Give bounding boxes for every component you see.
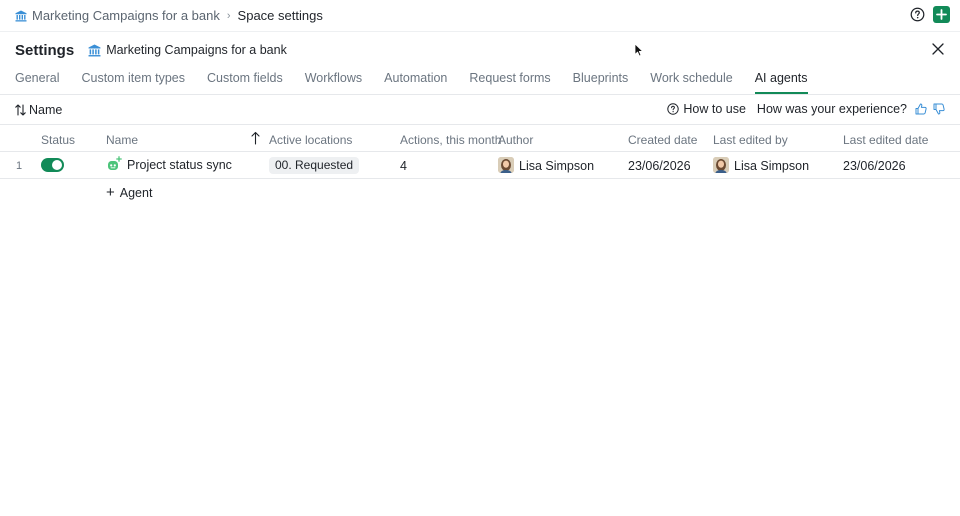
chevron-right-icon: › xyxy=(226,9,231,22)
tab-work-schedule[interactable]: Work schedule xyxy=(650,64,732,94)
author-name: Lisa Simpson xyxy=(519,159,595,173)
top-bar: Marketing Campaigns for a bank › Space s… xyxy=(0,0,960,32)
how-to-use-link[interactable]: How to use xyxy=(667,102,746,116)
page-title: Settings xyxy=(15,41,75,59)
breadcrumb-space-link[interactable]: Marketing Campaigns for a bank xyxy=(32,8,220,23)
help-icon[interactable] xyxy=(910,7,925,22)
column-name[interactable]: Name xyxy=(106,133,138,147)
thumbs-down-icon[interactable] xyxy=(933,103,945,115)
location-chip[interactable]: 00. Requested xyxy=(269,157,360,174)
tab-ai-agents[interactable]: AI agents xyxy=(754,64,808,94)
column-last-edited-date[interactable]: Last edited date xyxy=(843,133,928,147)
space-chip: Marketing Campaigns for a bank xyxy=(88,43,287,57)
table-toolbar: Name How to use How was your experience? xyxy=(0,95,960,125)
sort-icon xyxy=(15,104,26,116)
question-icon xyxy=(667,103,680,115)
column-author[interactable]: Author xyxy=(498,133,533,147)
row-number: 1 xyxy=(16,160,23,172)
tab-workflows[interactable]: Workflows xyxy=(305,64,362,94)
breadcrumb-current: Space settings xyxy=(237,8,323,23)
cursor-icon xyxy=(634,43,644,57)
column-actions-this-month[interactable]: Actions, this month xyxy=(400,133,501,147)
actions-count: 4 xyxy=(400,159,407,173)
thumbs-up-icon[interactable] xyxy=(915,103,927,115)
table-header: Status Name Active locations Actions, th… xyxy=(0,126,960,152)
status-toggle[interactable] xyxy=(41,158,64,172)
tab-custom-item-types[interactable]: Custom item types xyxy=(81,64,185,94)
column-active-locations[interactable]: Active locations xyxy=(269,133,352,147)
tab-request-forms[interactable]: Request forms xyxy=(469,64,550,94)
tab-automation[interactable]: Automation xyxy=(384,64,447,94)
avatar xyxy=(713,157,729,173)
last-edited-date: 23/06/2026 xyxy=(843,159,906,173)
column-status[interactable]: Status xyxy=(41,133,75,147)
bank-icon xyxy=(15,10,27,21)
avatar xyxy=(498,157,514,173)
feedback-prompt: How was your experience? xyxy=(756,102,907,116)
tab-blueprints[interactable]: Blueprints xyxy=(573,64,629,94)
robot-icon xyxy=(108,156,122,170)
last-edited-by-name: Lisa Simpson xyxy=(734,159,810,173)
arrow-up-icon[interactable] xyxy=(251,131,260,145)
sort-button[interactable]: Name xyxy=(15,103,62,117)
add-agent-button[interactable]: + Agent xyxy=(106,184,153,201)
agent-name[interactable]: Project status sync xyxy=(127,158,232,172)
column-last-edited-by[interactable]: Last edited by xyxy=(713,133,788,147)
close-icon[interactable] xyxy=(932,43,944,55)
tab-general[interactable]: General xyxy=(15,64,59,94)
bank-icon xyxy=(88,44,101,56)
column-created-date[interactable]: Created date xyxy=(628,133,697,147)
breadcrumb: Marketing Campaigns for a bank › Space s… xyxy=(15,8,323,23)
table-row[interactable]: 1 Project status sync 00. Requested 4 Li… xyxy=(0,152,960,179)
settings-tabs: General Custom item types Custom fields … xyxy=(15,64,830,94)
plus-icon: + xyxy=(106,184,115,201)
created-date: 23/06/2026 xyxy=(628,159,691,173)
add-agent-label: Agent xyxy=(119,186,153,200)
how-to-use-label: How to use xyxy=(683,102,746,116)
plus-icon xyxy=(936,9,947,20)
space-name: Marketing Campaigns for a bank xyxy=(106,43,287,57)
add-button[interactable] xyxy=(933,6,950,23)
sort-label: Name xyxy=(29,103,63,117)
tab-custom-fields[interactable]: Custom fields xyxy=(207,64,283,94)
settings-header: Settings Marketing Campaigns for a bank xyxy=(15,40,287,60)
